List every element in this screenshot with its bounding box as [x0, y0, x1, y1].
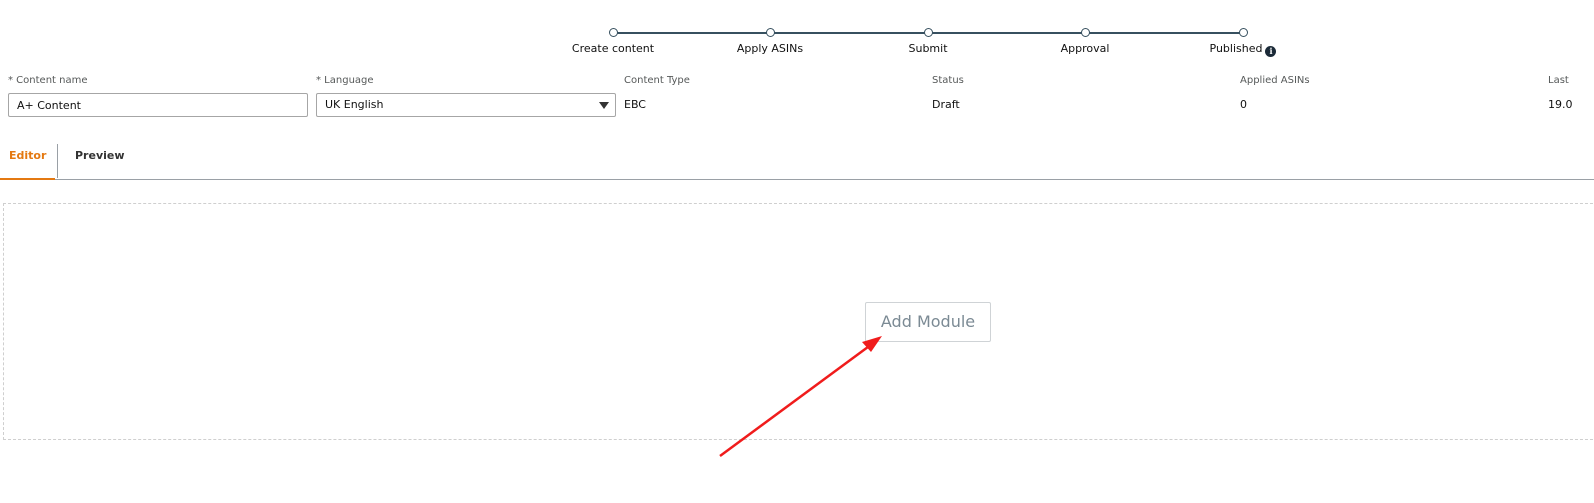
step-dot: [608, 28, 618, 37]
content-type-label: Content Type: [624, 75, 690, 86]
step-label: Approval: [1060, 42, 1110, 55]
tab-editor[interactable]: Editor: [0, 144, 56, 180]
status-value: Draft: [932, 98, 960, 111]
tab-bar: Editor Preview: [0, 140, 1594, 180]
step-submit: Submit: [848, 28, 1008, 56]
step-approval: Approval: [1005, 28, 1165, 56]
language-field: * Language UK English: [316, 75, 616, 117]
language-label: * Language: [316, 75, 374, 86]
language-select[interactable]: UK English: [316, 93, 616, 117]
content-type-value: EBC: [624, 98, 646, 111]
step-apply-asins: Apply ASINs: [690, 28, 850, 56]
info-icon[interactable]: i: [1265, 46, 1277, 57]
step-dot: [923, 28, 933, 37]
step-published-text: Published: [1209, 42, 1263, 55]
content-type-field: Content Type EBC: [624, 75, 690, 111]
step-dot: [765, 28, 775, 37]
applied-asins-field: Applied ASINs 0: [1240, 75, 1310, 111]
add-module-button[interactable]: Add Module: [865, 302, 991, 342]
applied-asins-label: Applied ASINs: [1240, 75, 1310, 86]
chevron-down-icon: [599, 102, 609, 109]
step-label: Apply ASINs: [736, 42, 804, 55]
status-field: Status Draft: [932, 75, 964, 111]
progress-stepper: Create content Apply ASINs Submit Approv…: [0, 0, 1594, 60]
step-label: Create content: [571, 42, 655, 55]
module-drop-area: [3, 203, 1594, 440]
step-published: Published i: [1163, 28, 1323, 57]
step-label: Published i: [1210, 42, 1277, 57]
status-label: Status: [932, 75, 964, 86]
step-dot: [1238, 28, 1248, 37]
last-modified-value: 19.0: [1548, 98, 1573, 111]
last-modified-field: Last 19.0: [1548, 75, 1573, 111]
language-selected-value: UK English: [325, 98, 384, 111]
content-name-input[interactable]: [8, 93, 308, 117]
tab-divider: [57, 144, 58, 178]
step-dot: [1080, 28, 1090, 37]
applied-asins-value: 0: [1240, 98, 1247, 111]
content-name-label: * Content name: [8, 75, 88, 86]
last-modified-label: Last: [1548, 75, 1569, 86]
tab-preview[interactable]: Preview: [66, 144, 134, 180]
step-create-content: Create content: [533, 28, 693, 56]
content-name-field: * Content name: [8, 75, 308, 117]
step-label: Submit: [908, 42, 948, 55]
